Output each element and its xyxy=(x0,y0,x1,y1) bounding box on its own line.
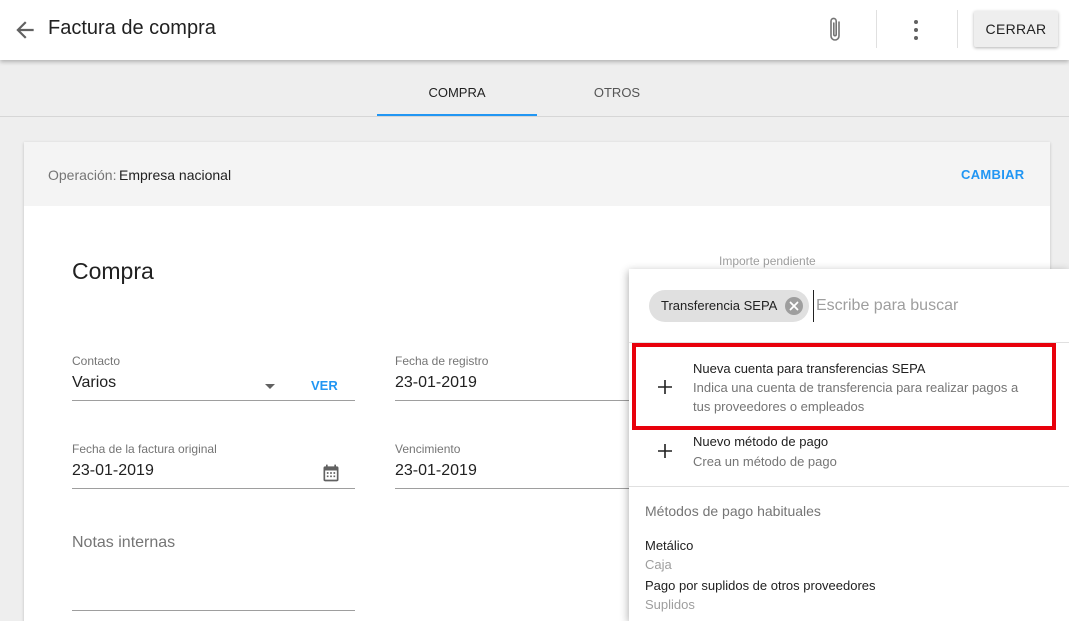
toolbar-divider xyxy=(957,10,958,48)
top-app-bar: Factura de compra CERRAR xyxy=(0,0,1069,60)
registration-date-field[interactable]: Fecha de registro 23-01-2019 xyxy=(395,354,635,402)
more-options-icon[interactable] xyxy=(906,17,926,43)
field-underline xyxy=(72,610,355,611)
payment-method-dropdown: Transferencia SEPA Nueva cuenta para tra… xyxy=(629,269,1069,621)
original-invoice-date-value: 23-01-2019 xyxy=(72,462,154,479)
close-button[interactable]: CERRAR xyxy=(974,11,1058,47)
due-date-field[interactable]: Vencimiento 23-01-2019 xyxy=(395,442,635,490)
operation-label: Operación: xyxy=(48,167,117,183)
plus-icon xyxy=(657,443,673,459)
operation-row: Operación: Empresa nacional CAMBIAR xyxy=(24,142,1050,206)
view-contact-link[interactable]: VER xyxy=(311,378,338,393)
operation-value: Empresa nacional xyxy=(119,167,232,183)
section-title: Compra xyxy=(72,258,154,284)
remove-chip-icon[interactable] xyxy=(785,297,804,315)
due-date-label: Vencimiento xyxy=(395,442,461,456)
selected-payment-chip[interactable]: Transferencia SEPA xyxy=(649,290,810,322)
contact-value: Varios xyxy=(72,374,117,391)
field-underline xyxy=(72,400,355,401)
dropdown-arrow-icon[interactable] xyxy=(265,384,275,389)
toolbar-divider xyxy=(876,10,877,48)
frequent-methods-heading: Métodos de pago habituales xyxy=(645,503,821,519)
new-sepa-account-option[interactable]: Nueva cuenta para transferencias SEPA In… xyxy=(629,353,1069,423)
payment-method-account: Caja xyxy=(645,557,672,572)
option-title: Nueva cuenta para transferencias SEPA xyxy=(693,361,926,376)
tab-compra[interactable]: COMPRA xyxy=(377,60,537,116)
contact-field[interactable]: Contacto Varios VER xyxy=(72,354,355,402)
pending-amount-label: Importe pendiente xyxy=(719,254,816,268)
divider xyxy=(629,342,1069,343)
page-title: Factura de compra xyxy=(48,17,216,39)
back-arrow-icon[interactable] xyxy=(12,17,38,43)
payment-method-item[interactable]: Pago por suplidos de otros proveedores xyxy=(645,578,876,593)
change-operation-link[interactable]: CAMBIAR xyxy=(961,167,1024,182)
registration-date-value: 23-01-2019 xyxy=(395,374,477,391)
calendar-icon[interactable] xyxy=(321,463,341,483)
internal-notes-placeholder: Notas internas xyxy=(72,534,176,551)
option-description: Indica una cuenta de transferencia para … xyxy=(693,380,1019,414)
internal-notes-field[interactable]: Notas internas xyxy=(72,532,355,612)
payment-method-item[interactable]: Metálico xyxy=(645,538,693,553)
field-underline xyxy=(395,400,635,401)
new-payment-method-option[interactable]: Nuevo método de pago Crea un método de p… xyxy=(629,429,1069,475)
option-description: Crea un método de pago xyxy=(693,454,837,469)
attachment-icon[interactable] xyxy=(824,16,848,44)
payment-method-account: Suplidos xyxy=(645,597,695,612)
registration-date-label: Fecha de registro xyxy=(395,354,489,368)
tab-bar: COMPRA OTROS xyxy=(0,60,1069,117)
tab-otros[interactable]: OTROS xyxy=(537,60,697,116)
field-underline xyxy=(395,488,635,489)
original-invoice-date-label: Fecha de la factura original xyxy=(72,442,217,456)
due-date-value: 23-01-2019 xyxy=(395,462,477,479)
payment-search-input[interactable] xyxy=(813,290,1053,322)
chip-label: Transferencia SEPA xyxy=(661,298,778,313)
plus-icon xyxy=(657,379,673,395)
divider xyxy=(629,486,1069,487)
contact-label: Contacto xyxy=(72,354,121,368)
original-invoice-date-field[interactable]: Fecha de la factura original 23-01-2019 xyxy=(72,442,355,490)
field-underline xyxy=(72,488,355,489)
option-title: Nuevo método de pago xyxy=(693,434,829,449)
